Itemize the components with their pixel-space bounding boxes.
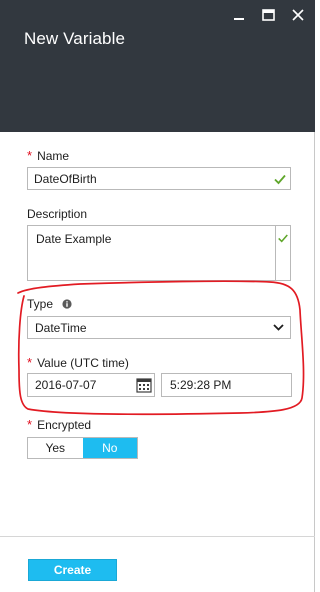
encrypted-toggle: Yes No bbox=[27, 437, 138, 459]
encrypted-label: * Encrypted bbox=[27, 417, 92, 432]
date-input[interactable]: 2016-07-07 bbox=[27, 373, 155, 397]
value-label: * Value (UTC time) bbox=[27, 355, 129, 370]
name-value: DateOfBirth bbox=[34, 171, 97, 186]
required-marker: * bbox=[27, 148, 33, 163]
valid-check-icon bbox=[278, 234, 288, 243]
type-selected-value: DateTime bbox=[35, 320, 87, 335]
minimize-icon[interactable] bbox=[230, 6, 248, 24]
type-label: Type bbox=[27, 297, 72, 311]
valid-check-icon bbox=[274, 174, 286, 184]
new-variable-blade: New Variable * Name DateOfBirth Descripti… bbox=[0, 0, 315, 592]
info-icon[interactable] bbox=[62, 299, 72, 309]
description-textarea[interactable]: Date Example bbox=[27, 225, 291, 281]
chevron-down-icon bbox=[273, 324, 284, 331]
footer-divider bbox=[0, 536, 315, 537]
description-value: Date Example bbox=[36, 232, 112, 246]
time-input[interactable]: 5:29:28 PM bbox=[161, 373, 292, 397]
name-label: * Name bbox=[27, 148, 70, 163]
type-dropdown[interactable]: DateTime bbox=[27, 316, 291, 339]
blade-header: New Variable bbox=[0, 0, 315, 132]
name-input[interactable]: DateOfBirth bbox=[27, 167, 291, 190]
page-title: New Variable bbox=[24, 29, 126, 48]
scrollbar-track[interactable] bbox=[275, 226, 276, 280]
close-icon[interactable] bbox=[289, 6, 307, 24]
required-marker: * bbox=[27, 417, 33, 432]
calendar-icon[interactable] bbox=[136, 377, 152, 393]
required-marker: * bbox=[27, 355, 33, 370]
create-button[interactable]: Create bbox=[28, 559, 117, 581]
encrypted-yes-option[interactable]: Yes bbox=[28, 438, 83, 458]
encrypted-no-option[interactable]: No bbox=[82, 438, 137, 458]
maximize-icon[interactable] bbox=[259, 6, 277, 24]
time-value: 5:29:28 PM bbox=[170, 378, 232, 392]
description-label: Description bbox=[27, 207, 88, 221]
date-value: 2016-07-07 bbox=[35, 378, 97, 392]
